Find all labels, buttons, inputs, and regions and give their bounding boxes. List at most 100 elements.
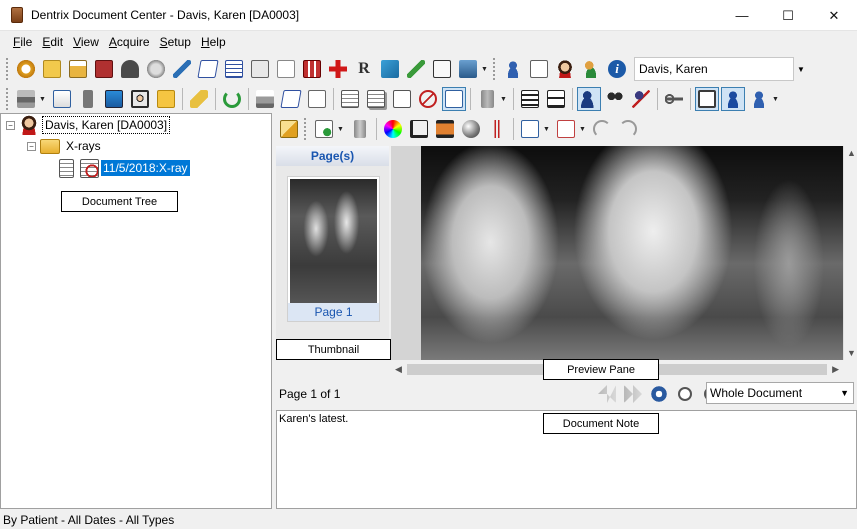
eraser-button[interactable] [187,87,211,111]
settings-button[interactable] [647,382,671,406]
previous-page-button[interactable] [595,382,619,406]
chevron-down-icon[interactable]: ▼ [840,388,849,398]
list-view-button[interactable] [518,87,542,111]
note-text[interactable]: Karen's latest. [279,413,348,425]
prescriptions-button[interactable]: R [352,57,376,81]
collapse-icon[interactable]: − [27,141,36,151]
current-patient-field[interactable]: Davis, Karen [634,57,794,81]
rotate-button[interactable] [518,117,542,141]
chevron-down-icon[interactable]: ▼ [794,65,808,74]
add-page-button[interactable] [312,117,336,141]
delete-button[interactable] [475,87,499,111]
film-button[interactable] [433,117,457,141]
menu-edit[interactable]: Edit [37,35,68,49]
document-info-button[interactable] [338,87,362,111]
tree-node-patient[interactable]: − Davis, Karen [DA0003] [6,115,171,135]
tree-label-folder[interactable]: X-rays [64,138,103,154]
menu-file[interactable]: File [8,35,37,49]
referrals-button[interactable] [248,57,272,81]
picture-button[interactable] [128,87,152,111]
close-button[interactable]: ✕ [811,0,857,31]
properties-button[interactable] [279,87,303,111]
chevron-down-icon[interactable]: ▼ [579,126,587,133]
tooth-button[interactable] [14,57,38,81]
quick-letters-button[interactable] [170,57,194,81]
single-patient-button[interactable] [577,87,601,111]
scroll-left-icon[interactable]: ◀ [395,364,402,375]
crop-button[interactable] [407,117,431,141]
box-button[interactable] [456,57,480,81]
collapse-icon[interactable]: − [6,120,15,130]
patient-info-button[interactable] [527,57,551,81]
patient-picture-button[interactable] [430,57,454,81]
menu-view[interactable]: View [68,35,104,49]
chevron-down-icon[interactable]: ▼ [39,96,47,103]
patient-transfer-button[interactable] [579,57,603,81]
document-tree[interactable]: − Davis, Karen [DA0003] − X-rays 11/5/20… [0,113,272,509]
minimize-button[interactable]: — [719,0,765,31]
redo-button[interactable] [616,117,640,141]
vertical-scrollbar[interactable]: ▲ ▼ [843,146,857,360]
edit-document-button[interactable] [305,87,329,111]
patient-chart-button[interactable] [66,57,90,81]
multi-document-button[interactable] [364,87,388,111]
print-button[interactable] [253,87,277,111]
maximize-button[interactable]: ☐ [765,0,811,31]
chevron-down-icon[interactable]: ▼ [337,126,345,133]
select-patient-button[interactable] [501,57,525,81]
detail-view-button[interactable] [544,87,568,111]
thumbnail-label[interactable]: Page 1 [288,303,379,321]
menu-help[interactable]: Help [196,35,231,49]
chevron-down-icon[interactable]: ▼ [500,96,508,103]
undo-button[interactable] [590,117,614,141]
perio-button[interactable] [144,57,168,81]
scroll-down-icon[interactable]: ▼ [847,348,856,358]
zoom-out-button[interactable] [673,382,697,406]
toolbar-grip[interactable] [6,58,10,80]
scroll-right-icon[interactable]: ▶ [832,364,839,375]
scanner-button[interactable] [14,87,38,111]
family-file-button[interactable] [40,57,64,81]
preview-image[interactable] [391,146,843,360]
contrast-button[interactable] [459,117,483,141]
forms-button[interactable] [300,57,324,81]
clipboard-button[interactable] [76,87,100,111]
document-view-button[interactable] [695,87,719,111]
scroll-up-icon[interactable]: ▲ [847,148,856,158]
medical-alerts-button[interactable] [326,57,350,81]
signature-button[interactable] [390,87,414,111]
chevron-down-icon[interactable]: ▼ [543,126,551,133]
refresh-button[interactable] [220,87,244,111]
hide-document-button[interactable] [416,87,440,111]
tree-label-document[interactable]: 11/5/2018:X-ray [101,160,190,176]
copy-button[interactable] [348,117,372,141]
next-page-button[interactable] [621,382,645,406]
no-patient-button[interactable] [629,87,653,111]
questionnaire-button[interactable] [404,57,428,81]
treatment-planner-button[interactable] [118,57,142,81]
provider-view-button[interactable] [747,87,771,111]
about-button[interactable]: i [605,57,629,81]
annotate-button[interactable] [277,117,301,141]
continuing-care-button[interactable] [222,57,246,81]
show-notes-button[interactable] [442,87,466,111]
tree-node-folder[interactable]: − X-rays [27,136,103,156]
folder-button[interactable] [154,87,178,111]
menu-setup[interactable]: Setup [155,35,196,49]
menu-acquire[interactable]: Acquire [104,35,155,49]
insurance-button[interactable] [378,57,402,81]
patient-photo-button[interactable] [553,57,577,81]
page-thumbnail[interactable]: Page 1 [287,176,380,322]
toolbar-grip[interactable] [304,118,308,140]
tree-node-document[interactable]: 11/5/2018:X-ray [59,158,190,178]
ruler-button[interactable] [485,117,509,141]
thumbnail-image[interactable] [290,179,377,303]
key-button[interactable] [662,87,686,111]
color-button[interactable] [381,117,405,141]
zoom-select[interactable]: Whole Document ▼ [706,382,854,404]
ledger-button[interactable] [92,57,116,81]
patient-view-button[interactable] [721,87,745,111]
flip-button[interactable] [554,117,578,141]
chevron-down-icon[interactable]: ▼ [772,96,780,103]
office-journal-button[interactable] [196,57,220,81]
